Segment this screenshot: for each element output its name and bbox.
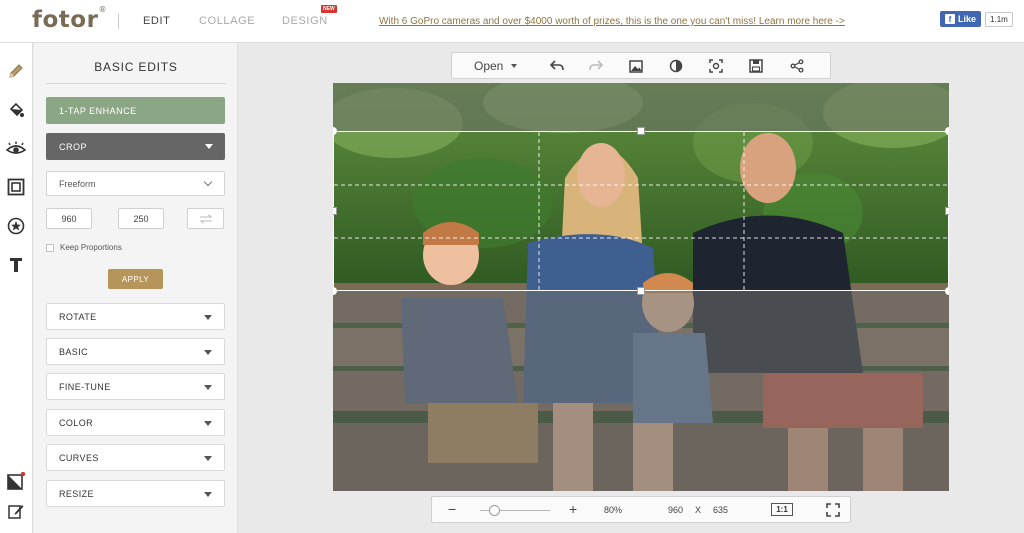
section-resize[interactable]: RESIZE [46, 480, 225, 507]
keep-proportions-checkbox[interactable] [46, 243, 54, 252]
crop-width-input[interactable] [46, 208, 92, 229]
image-icon[interactable] [628, 58, 644, 74]
sticker-icon[interactable] [6, 216, 26, 236]
caret-down-icon [204, 350, 212, 355]
crop-rectangle[interactable] [333, 131, 949, 291]
edit-note-icon[interactable] [6, 501, 26, 521]
keep-proportions-option[interactable]: Keep Proportions [46, 243, 122, 252]
section-label: FINE-TUNE [59, 381, 111, 392]
nav-divider [118, 14, 119, 29]
crop-mode-select[interactable]: Freeform [46, 171, 225, 196]
pencil-icon[interactable] [6, 61, 26, 81]
swap-icon [199, 213, 212, 224]
panel-divider [46, 83, 226, 84]
paint-bucket-icon[interactable] [6, 100, 26, 120]
crop-handle-left[interactable] [333, 207, 337, 215]
fullscreen-icon[interactable] [826, 503, 840, 522]
swap-dimensions-button[interactable] [187, 208, 224, 229]
crop-handle-top[interactable] [637, 127, 645, 135]
facebook-like-label: Like [958, 14, 977, 24]
zoom-percent: 80% [604, 505, 623, 515]
open-button[interactable]: Open [474, 59, 518, 73]
section-label: COLOR [59, 417, 94, 428]
section-fine-tune[interactable]: FINE-TUNE [46, 373, 225, 400]
caret-down-icon [205, 144, 213, 149]
crop-height-input[interactable] [118, 208, 164, 229]
crop-handle-bottom-right[interactable] [945, 287, 949, 295]
crop-mask-top [333, 83, 949, 131]
promo-link[interactable]: With 6 GoPro cameras and over $4000 wort… [379, 16, 845, 27]
caret-down-icon [511, 64, 518, 68]
chevron-down-icon [203, 177, 213, 187]
keep-proportions-label: Keep Proportions [60, 243, 122, 252]
new-badge: NEW [321, 5, 337, 13]
caret-down-icon [204, 385, 212, 390]
facebook-icon: f [945, 14, 955, 24]
frame-icon[interactable] [6, 177, 26, 197]
panel-title: BASIC EDITS [94, 60, 178, 74]
focus-icon[interactable] [708, 58, 724, 74]
photo-canvas[interactable] [333, 83, 949, 491]
caret-down-icon [204, 456, 212, 461]
undo-icon[interactable] [549, 58, 565, 74]
crop-grid [334, 132, 948, 290]
image-width: 960 [668, 505, 684, 515]
image-height: 635 [713, 505, 729, 515]
section-basic[interactable]: BASIC [46, 338, 225, 365]
crop-handle-bottom[interactable] [637, 287, 645, 295]
section-label: BASIC [59, 346, 89, 357]
facebook-like[interactable]: f Like 1.1m [940, 11, 1013, 27]
crop-mask-bottom [333, 291, 949, 491]
crop-handle-top-right[interactable] [945, 127, 949, 135]
facebook-like-count: 1.1m [985, 11, 1013, 27]
zoom-bar: − + 80% 960 X 635 1:1 [431, 496, 851, 523]
nav-design[interactable]: DESIGN [282, 15, 328, 27]
eye-icon[interactable] [6, 139, 26, 159]
zoom-in-button[interactable]: + [569, 501, 577, 517]
section-rotate[interactable]: ROTATE [46, 303, 225, 330]
text-icon[interactable] [6, 255, 26, 275]
basic-edits-panel: BASIC EDITS 1-TAP ENHANCE CROP Freeform … [34, 43, 238, 533]
apply-button[interactable]: APPLY [108, 269, 163, 289]
editor-toolbar: Open [451, 52, 831, 79]
caret-down-icon [204, 492, 212, 497]
caret-down-icon [204, 421, 212, 426]
nav-edit[interactable]: EDIT [143, 15, 170, 27]
caret-down-icon [204, 315, 212, 320]
section-color[interactable]: COLOR [46, 409, 225, 436]
section-curves[interactable]: CURVES [46, 444, 225, 471]
crop-label: CROP [59, 141, 88, 152]
fotor-logo[interactable]: fotor® [32, 5, 107, 33]
nav-collage[interactable]: COLLAGE [199, 15, 255, 27]
share-icon[interactable] [789, 58, 805, 74]
crop-corner-icon[interactable] [6, 471, 26, 491]
crop-handle-right[interactable] [945, 207, 949, 215]
contrast-icon[interactable] [668, 58, 684, 74]
actual-size-button[interactable]: 1:1 [771, 503, 793, 516]
section-label: RESIZE [59, 488, 94, 499]
redo-icon[interactable] [588, 58, 604, 74]
size-separator: X [695, 505, 702, 515]
zoom-slider-handle[interactable] [489, 505, 500, 516]
zoom-out-button[interactable]: − [448, 501, 456, 517]
crop-mode-value: Freeform [59, 178, 96, 189]
section-label: CURVES [59, 452, 99, 463]
save-icon[interactable] [748, 58, 764, 74]
facebook-like-button[interactable]: f Like [940, 11, 982, 27]
section-label: ROTATE [59, 311, 97, 322]
crop-section-header[interactable]: CROP [46, 133, 225, 160]
one-tap-enhance-button[interactable]: 1-TAP ENHANCE [46, 97, 225, 124]
top-bar: fotor® EDIT COLLAGE DESIGN NEW With 6 Go… [0, 0, 1024, 43]
open-label: Open [474, 59, 504, 73]
tool-rail [0, 43, 33, 533]
